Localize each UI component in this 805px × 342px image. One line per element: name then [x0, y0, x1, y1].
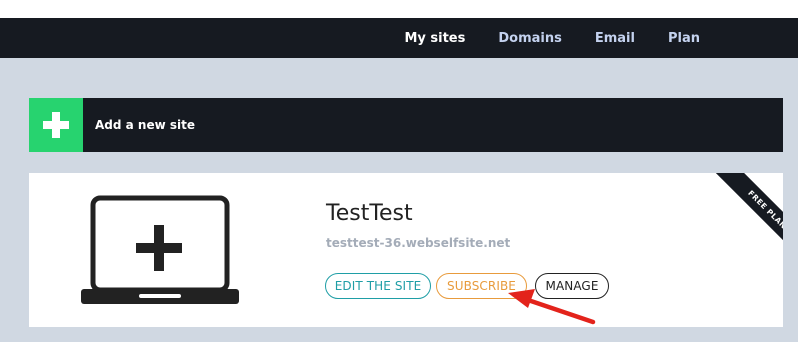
laptop-plus-icon — [81, 195, 239, 313]
site-card: TestTest testtest-36.webselfsite.net EDI… — [29, 173, 783, 327]
subscribe-button[interactable]: SUBSCRIBE — [436, 273, 527, 299]
edit-site-button[interactable]: EDIT THE SITE — [325, 273, 431, 299]
add-site-label: Add a new site — [95, 118, 195, 132]
window-edge — [798, 18, 805, 342]
top-navigation: My sites Domains Email Plan — [0, 18, 798, 58]
nav-email[interactable]: Email — [595, 31, 635, 46]
nav-menu: My sites Domains Email Plan — [404, 18, 798, 58]
site-name: TestTest — [326, 201, 413, 226]
manage-button[interactable]: MANAGE — [535, 273, 609, 299]
plus-icon — [29, 98, 83, 152]
site-url[interactable]: testtest-36.webselfsite.net — [326, 236, 510, 250]
nav-domains[interactable]: Domains — [498, 31, 562, 46]
sites-panel: Add a new site TestTest testtest-36.webs… — [0, 58, 798, 342]
free-plan-ribbon: FREE PLAN — [703, 173, 783, 274]
add-site-button[interactable]: Add a new site — [29, 98, 783, 152]
nav-my-sites[interactable]: My sites — [404, 31, 465, 46]
nav-plan[interactable]: Plan — [668, 31, 700, 46]
